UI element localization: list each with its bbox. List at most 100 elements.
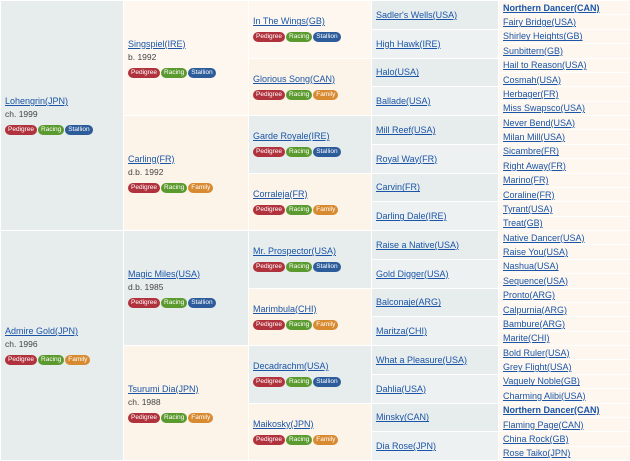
- horse-link[interactable]: Milan Mill(USA): [503, 132, 565, 142]
- pedigree-badge[interactable]: Pedigree: [128, 182, 161, 193]
- racing-badge[interactable]: Racing: [161, 412, 188, 423]
- pedigree-badge[interactable]: Pedigree: [253, 147, 286, 158]
- horse-link[interactable]: Bambure(ARG): [503, 319, 565, 329]
- horse-link[interactable]: Grey Flight(USA): [503, 362, 572, 372]
- horse-link[interactable]: Magic Miles(USA): [128, 269, 200, 279]
- racing-badge[interactable]: Racing: [161, 182, 188, 193]
- horse-link[interactable]: Gold Digger(USA): [376, 269, 449, 279]
- horse-link[interactable]: Mr. Prospector(USA): [253, 246, 336, 256]
- horse-link[interactable]: Balconaje(ARG): [376, 297, 441, 307]
- stallion-badge[interactable]: Stallion: [188, 297, 216, 308]
- racing-badge[interactable]: Racing: [286, 262, 313, 273]
- racing-badge[interactable]: Racing: [286, 319, 313, 330]
- stallion-badge[interactable]: Stallion: [313, 32, 341, 43]
- horse-link[interactable]: Maikosky(JPN): [253, 419, 314, 429]
- pedigree-badge[interactable]: Pedigree: [5, 125, 38, 135]
- stallion-badge[interactable]: Stallion: [65, 125, 93, 135]
- pedigree-badge[interactable]: Pedigree: [253, 204, 286, 215]
- horse-link[interactable]: Marimbula(CHI): [253, 304, 317, 314]
- horse-link[interactable]: Garde Royale(IRE): [253, 131, 330, 141]
- horse-link[interactable]: Marino(FR): [503, 175, 549, 185]
- family-badge[interactable]: Family: [188, 412, 214, 423]
- horse-link[interactable]: Tsurumi Dia(JPN): [128, 384, 199, 394]
- horse-link[interactable]: Ballade(USA): [376, 96, 431, 106]
- horse-link[interactable]: Shirley Heights(GB): [503, 31, 583, 41]
- horse-link[interactable]: Flaming Page(CAN): [503, 420, 584, 430]
- horse-link[interactable]: Dia Rose(JPN): [376, 441, 436, 451]
- horse-link[interactable]: Tyrant(USA): [503, 204, 553, 214]
- pedigree-badge[interactable]: Pedigree: [253, 377, 286, 388]
- family-badge[interactable]: Family: [65, 355, 91, 365]
- horse-link[interactable]: Cosmah(USA): [503, 75, 561, 85]
- horse-link[interactable]: Carvin(FR): [376, 182, 420, 192]
- horse-link[interactable]: Maritza(CHI): [376, 326, 427, 336]
- racing-badge[interactable]: Racing: [286, 89, 313, 100]
- horse-link[interactable]: High Hawk(IRE): [376, 39, 441, 49]
- horse-link[interactable]: Treat(GB): [503, 218, 543, 228]
- horse-link[interactable]: Minsky(CAN): [376, 412, 429, 422]
- racing-badge[interactable]: Racing: [38, 355, 65, 365]
- horse-link[interactable]: Rose Taiko(JPN): [503, 448, 570, 458]
- racing-badge[interactable]: Racing: [286, 204, 313, 215]
- horse-link[interactable]: Nashua(USA): [503, 261, 559, 271]
- horse-link[interactable]: Raise You(USA): [503, 247, 568, 257]
- racing-badge[interactable]: Racing: [286, 147, 313, 158]
- horse-link[interactable]: Calpurnia(ARG): [503, 305, 567, 315]
- horse-link[interactable]: Sequence(USA): [503, 276, 568, 286]
- horse-link[interactable]: Darling Dale(IRE): [376, 211, 447, 221]
- pedigree-badge[interactable]: Pedigree: [128, 412, 161, 423]
- horse-link[interactable]: Never Bend(USA): [503, 118, 575, 128]
- horse-link[interactable]: Northern Dancer(CAN): [503, 405, 600, 415]
- family-badge[interactable]: Family: [313, 89, 339, 100]
- racing-badge[interactable]: Racing: [286, 434, 313, 445]
- pedigree-badge[interactable]: Pedigree: [253, 32, 286, 43]
- horse-link[interactable]: Right Away(FR): [503, 161, 566, 171]
- horse-link[interactable]: Mill Reef(USA): [376, 125, 436, 135]
- horse-link[interactable]: Sunbittern(GB): [503, 46, 563, 56]
- stallion-badge[interactable]: Stallion: [313, 262, 341, 273]
- horse-link[interactable]: Native Dancer(USA): [503, 233, 585, 243]
- horse-link[interactable]: China Rock(GB): [503, 434, 569, 444]
- family-badge[interactable]: Family: [313, 434, 339, 445]
- horse-link[interactable]: In The Wings(GB): [253, 16, 325, 26]
- horse-link[interactable]: Pronto(ARG): [503, 290, 555, 300]
- pedigree-badge[interactable]: Pedigree: [128, 67, 161, 78]
- horse-link[interactable]: Sicambre(FR): [503, 146, 559, 156]
- horse-link[interactable]: Herbager(FR): [503, 89, 559, 99]
- pedigree-badge[interactable]: Pedigree: [253, 319, 286, 330]
- pedigree-badge[interactable]: Pedigree: [128, 297, 161, 308]
- horse-link[interactable]: Raise a Native(USA): [376, 240, 459, 250]
- horse-link[interactable]: Northern Dancer(CAN): [503, 3, 600, 13]
- stallion-badge[interactable]: Stallion: [313, 147, 341, 158]
- horse-link[interactable]: Carling(FR): [128, 154, 175, 164]
- racing-badge[interactable]: Racing: [286, 377, 313, 388]
- racing-badge[interactable]: Racing: [161, 297, 188, 308]
- racing-badge[interactable]: Racing: [161, 67, 188, 78]
- family-badge[interactable]: Family: [188, 182, 214, 193]
- horse-link[interactable]: Admire Gold(JPN): [5, 326, 78, 336]
- horse-link[interactable]: Coraline(FR): [503, 190, 555, 200]
- horse-link[interactable]: Decadrachm(USA): [253, 361, 329, 371]
- horse-link[interactable]: Halo(USA): [376, 67, 419, 77]
- horse-link[interactable]: Royal Way(FR): [376, 154, 437, 164]
- family-badge[interactable]: Family: [313, 319, 339, 330]
- horse-link[interactable]: Fairy Bridge(USA): [503, 17, 576, 27]
- racing-badge[interactable]: Racing: [38, 125, 65, 135]
- horse-link[interactable]: Vaguely Noble(GB): [503, 376, 580, 386]
- horse-link[interactable]: Charming Alibi(USA): [503, 391, 586, 401]
- family-badge[interactable]: Family: [313, 204, 339, 215]
- horse-link[interactable]: Marite(CHI): [503, 333, 550, 343]
- pedigree-badge[interactable]: Pedigree: [5, 355, 38, 365]
- horse-link[interactable]: Hail to Reason(USA): [503, 60, 587, 70]
- horse-link[interactable]: Bold Ruler(USA): [503, 348, 570, 358]
- horse-link[interactable]: Glorious Song(CAN): [253, 74, 335, 84]
- horse-link[interactable]: Sadler's Wells(USA): [376, 10, 457, 20]
- horse-link[interactable]: Corraleja(FR): [253, 189, 308, 199]
- stallion-badge[interactable]: Stallion: [188, 67, 216, 78]
- horse-link[interactable]: Lohengrin(JPN): [5, 96, 68, 106]
- horse-link[interactable]: Miss Swapsco(USA): [503, 103, 585, 113]
- horse-link[interactable]: What a Pleasure(USA): [376, 355, 467, 365]
- racing-badge[interactable]: Racing: [286, 32, 313, 43]
- pedigree-badge[interactable]: Pedigree: [253, 262, 286, 273]
- horse-link[interactable]: Dahlia(USA): [376, 384, 426, 394]
